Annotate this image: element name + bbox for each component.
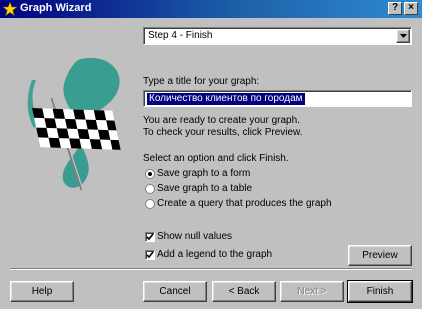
checkmark-icon [146,251,154,259]
finish-button[interactable]: Finish [347,280,413,303]
graph-title-input[interactable]: Количество клиентов по городам [143,90,412,107]
step-select[interactable]: Step 4 - Finish [143,27,412,45]
graph-title-value: Количество клиентов по городам [147,93,305,105]
checkered-flag-icon [27,57,121,191]
ready-text-line-2: To check your results, click Preview. [143,127,303,138]
next-button[interactable]: Next > [280,281,344,302]
chevron-down-icon [400,34,407,38]
radio-save-to-table[interactable] [145,184,155,194]
preview-button[interactable]: Preview [348,245,412,266]
option-label-query[interactable]: Create a query that produces the graph [157,198,332,209]
checkbox-label-add-legend[interactable]: Add a legend to the graph [157,249,272,260]
checkmark-icon [146,233,154,241]
radio-empty-icon [145,199,155,209]
cancel-button[interactable]: Cancel [143,281,207,302]
title-prompt-label: Type a title for your graph: [143,76,260,87]
checkbox-show-null[interactable] [145,232,155,242]
option-prompt-label: Select an option and click Finish. [143,153,289,164]
radio-empty-icon [145,184,155,194]
radio-create-query[interactable] [145,199,155,209]
help-title-button[interactable]: ? [388,2,402,15]
footer-separator [10,268,412,270]
option-label-form[interactable]: Save graph to a form [157,168,250,179]
close-button[interactable]: × [404,2,418,15]
checkbox-add-legend[interactable] [145,250,155,260]
title-bar: Graph Wizard ? × [0,0,422,18]
radio-save-to-form[interactable] [145,169,155,179]
help-button[interactable]: Help [10,281,74,302]
radio-selected-icon [145,169,155,179]
option-label-table[interactable]: Save graph to a table [157,183,252,194]
wizard-wand-icon [3,2,17,16]
back-button[interactable]: < Back [212,281,276,302]
ready-text-line-1: You are ready to create your graph. [143,115,300,126]
window-title: Graph Wizard [20,2,92,14]
step-select-value: Step 4 - Finish [148,30,213,41]
step-select-arrow[interactable] [396,29,410,43]
checkbox-label-show-null[interactable]: Show null values [157,231,232,242]
